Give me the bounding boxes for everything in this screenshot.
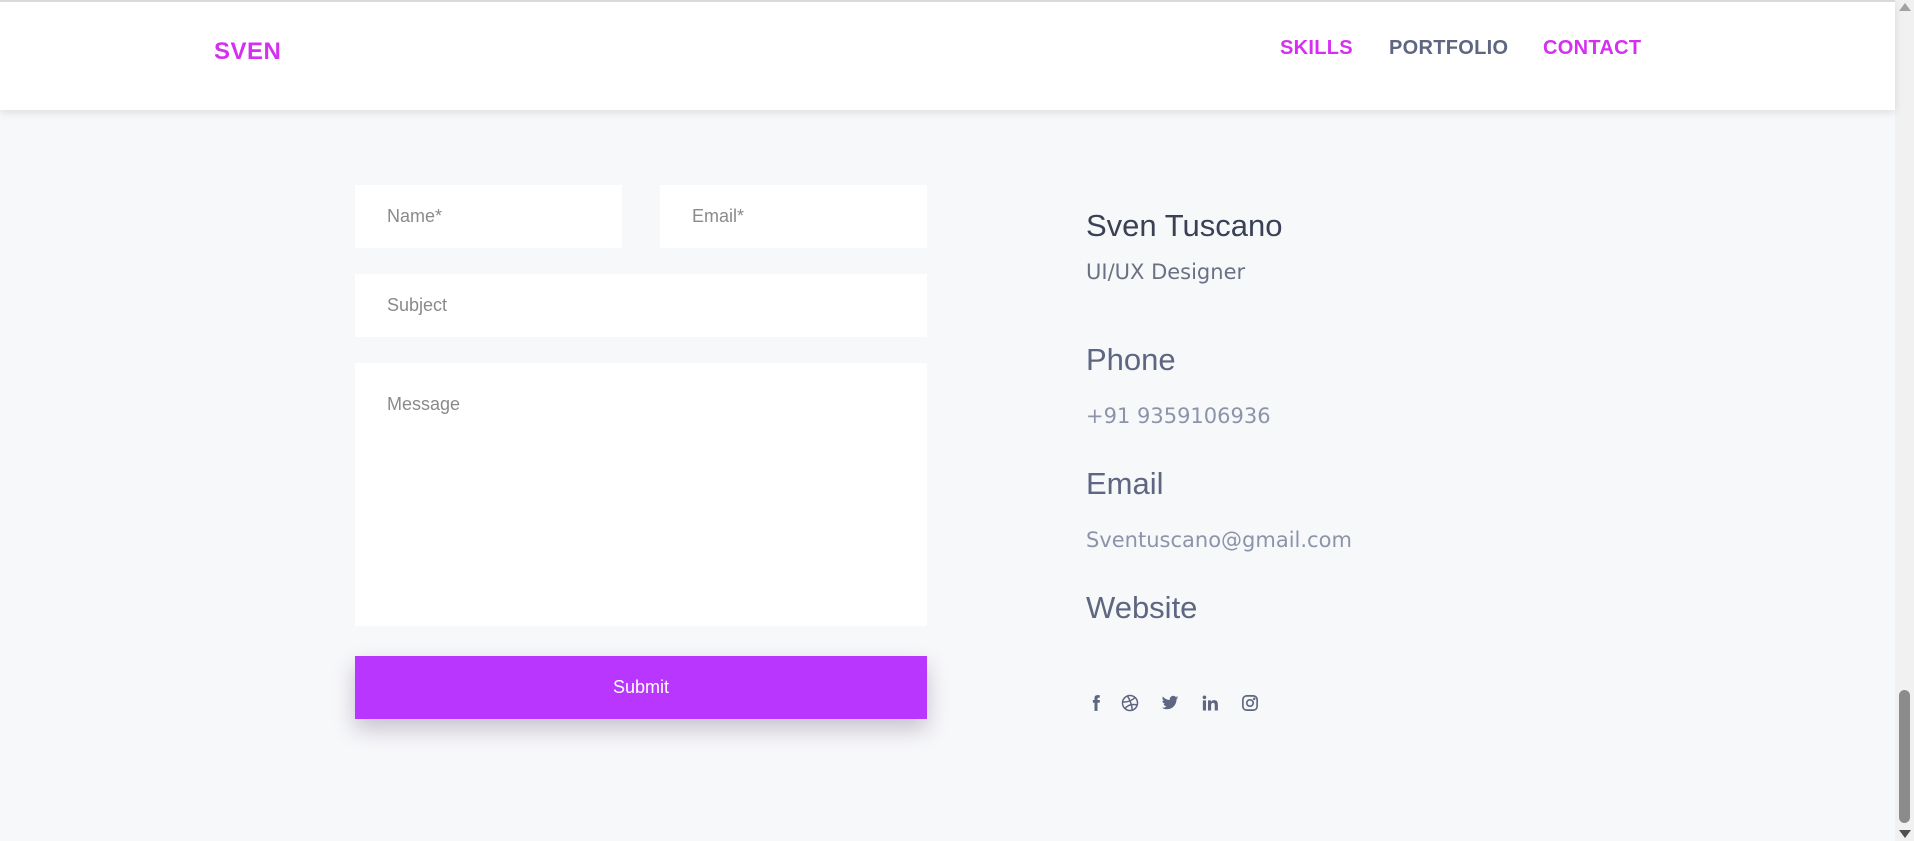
contact-name: Sven Tuscano bbox=[1086, 208, 1283, 243]
contact-role: UI/UX Designer bbox=[1086, 260, 1246, 284]
top-navbar: SVEN SKILLS PORTFOLIO CONTACT bbox=[0, 0, 1895, 110]
email-field[interactable] bbox=[660, 185, 927, 248]
facebook-icon[interactable] bbox=[1086, 692, 1106, 714]
website-heading: Website bbox=[1086, 590, 1198, 625]
nav-link-portfolio[interactable]: PORTFOLIO bbox=[1389, 37, 1508, 60]
page: SVEN SKILLS PORTFOLIO CONTACT Submit Sve… bbox=[0, 0, 1895, 841]
email-heading: Email bbox=[1086, 466, 1164, 501]
linkedin-icon[interactable] bbox=[1200, 692, 1220, 714]
nav-link-skills[interactable]: SKILLS bbox=[1280, 37, 1353, 60]
submit-button[interactable]: Submit bbox=[355, 656, 927, 719]
subject-field[interactable] bbox=[355, 274, 927, 337]
scroll-up-arrow-icon[interactable] bbox=[1899, 3, 1911, 11]
email-value: Sventuscano@gmail.com bbox=[1086, 528, 1352, 552]
name-field[interactable] bbox=[355, 185, 622, 248]
scrollbar[interactable] bbox=[1895, 0, 1914, 841]
message-field[interactable] bbox=[355, 363, 927, 626]
twitter-icon[interactable] bbox=[1160, 692, 1180, 714]
scrollbar-thumb[interactable] bbox=[1899, 690, 1910, 823]
scroll-down-arrow-icon[interactable] bbox=[1899, 830, 1911, 838]
instagram-icon[interactable] bbox=[1240, 692, 1260, 714]
phone-value: +91 9359106936 bbox=[1086, 404, 1271, 428]
phone-heading: Phone bbox=[1086, 342, 1176, 377]
site-logo[interactable]: SVEN bbox=[214, 38, 281, 66]
nav-link-contact[interactable]: CONTACT bbox=[1543, 37, 1641, 60]
dribbble-icon[interactable] bbox=[1120, 692, 1140, 714]
